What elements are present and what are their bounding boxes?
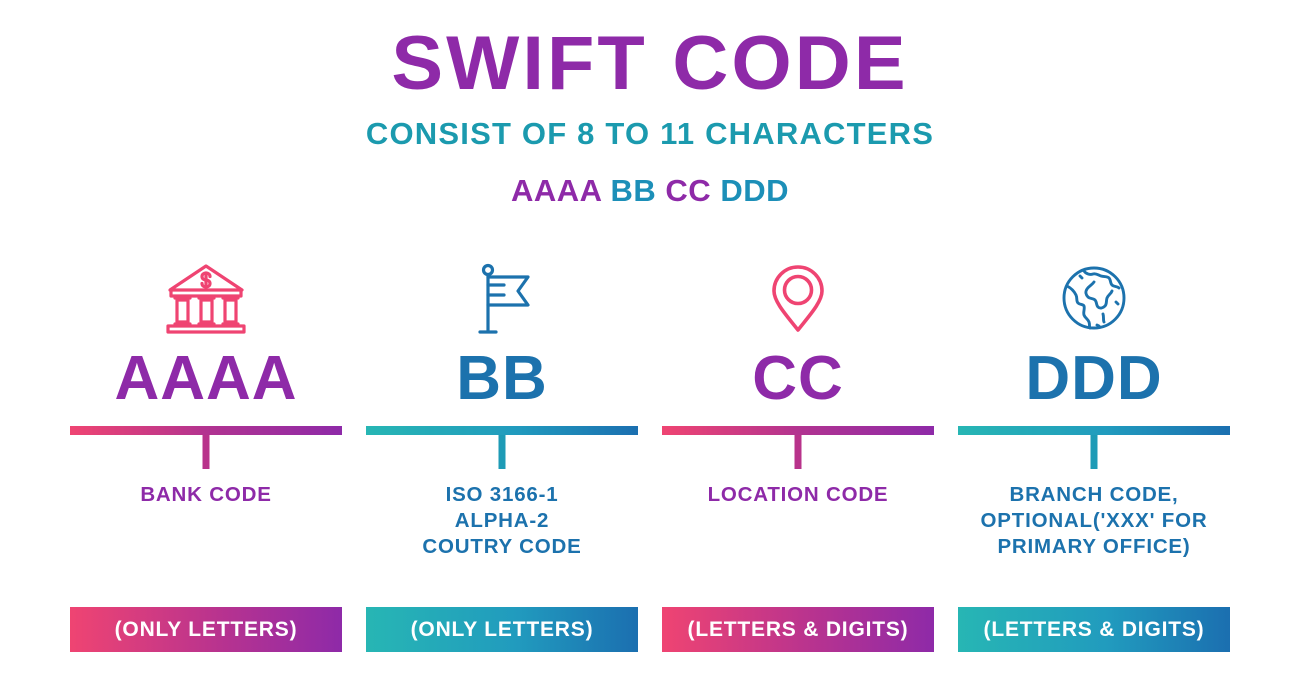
divider-tick [202, 435, 210, 469]
badge-slot: (LETTERS & DIGITS) [662, 607, 934, 652]
column-branch-code: DDD BRANCH CODE, OPTIONAL('XXX' FOR PRIM… [946, 258, 1242, 652]
bank-icon [164, 258, 248, 336]
divider-tick [1090, 435, 1098, 469]
column-label: LOCATION CODE [707, 483, 889, 506]
divider [662, 426, 934, 470]
column-country-code: BB ISO 3166-1 ALPHA-2 COUTRY CODE (ONLY … [354, 258, 650, 652]
divider [70, 426, 342, 470]
badge-slot: (ONLY LETTERS) [366, 607, 638, 652]
divider-tick [498, 435, 506, 469]
badge-slot: (ONLY LETTERS) [70, 607, 342, 652]
header: SWIFT CODE CONSIST OF 8 TO 11 CHARACTERS… [0, 0, 1300, 207]
divider-bar [366, 426, 638, 435]
code-segment-branch: DDD [720, 173, 789, 208]
code-segment-country: BB [610, 173, 657, 208]
globe-icon [1059, 258, 1129, 336]
code-breakdown-columns: AAAA BANK CODE (ONLY LETTERS) BB ISO 316… [58, 258, 1242, 652]
divider-bar [958, 426, 1230, 435]
divider [366, 426, 638, 470]
divider-tick [794, 435, 802, 469]
column-letters: AAAA [114, 344, 298, 413]
column-letters: DDD [1025, 344, 1163, 413]
status-badge: (ONLY LETTERS) [70, 607, 342, 652]
swift-code-infographic: SWIFT CODE CONSIST OF 8 TO 11 CHARACTERS… [0, 0, 1300, 680]
status-badge: (LETTERS & DIGITS) [958, 607, 1230, 652]
status-badge: (ONLY LETTERS) [366, 607, 638, 652]
divider [958, 426, 1230, 470]
divider-bar [70, 426, 342, 435]
code-segment-bank: AAAA [510, 173, 602, 208]
status-badge: (LETTERS & DIGITS) [662, 607, 934, 652]
divider-bar [662, 426, 934, 435]
code-segment-location: CC [665, 173, 712, 208]
location-pin-icon [767, 258, 829, 336]
column-bank-code: AAAA BANK CODE (ONLY LETTERS) [58, 258, 354, 652]
column-label: ISO 3166-1 ALPHA-2 COUTRY CODE [422, 483, 582, 559]
column-label: BANK CODE [140, 483, 272, 506]
page-title: SWIFT CODE [391, 21, 909, 106]
flag-icon [466, 258, 538, 336]
column-label: BRANCH CODE, OPTIONAL('XXX' FOR PRIMARY … [980, 483, 1208, 559]
column-location-code: CC LOCATION CODE (LETTERS & DIGITS) [650, 258, 946, 652]
column-letters: CC [752, 344, 844, 413]
code-format-line: AAAA BB CC DDD [0, 175, 1300, 206]
column-letters: BB [456, 344, 548, 413]
badge-slot: (LETTERS & DIGITS) [958, 607, 1230, 652]
subtitle: CONSIST OF 8 TO 11 CHARACTERS [365, 116, 935, 151]
